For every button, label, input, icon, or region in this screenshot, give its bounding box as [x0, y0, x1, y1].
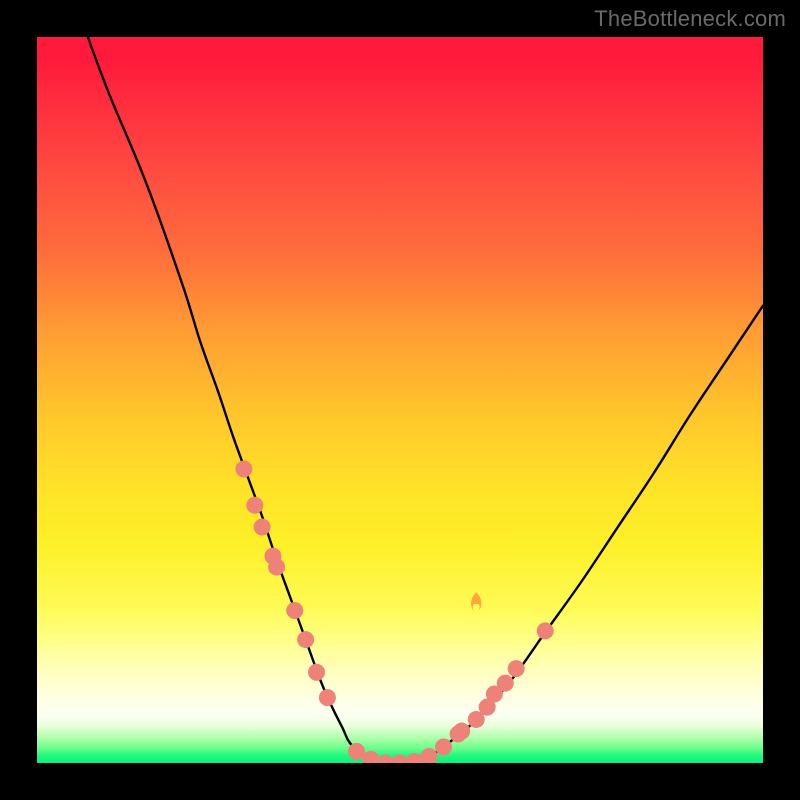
data-point	[537, 622, 554, 639]
flame-marker-icon	[471, 592, 481, 611]
bottleneck-curve	[88, 37, 763, 763]
data-point	[508, 660, 525, 677]
plot-area	[37, 37, 763, 763]
chart-frame: TheBottleneck.com	[0, 0, 800, 800]
data-point	[297, 631, 314, 648]
data-point	[254, 519, 271, 536]
data-point	[286, 602, 303, 619]
watermark-text: TheBottleneck.com	[594, 6, 786, 32]
data-point	[377, 755, 394, 764]
data-point	[246, 497, 263, 514]
data-point	[362, 751, 379, 763]
data-point	[268, 558, 285, 575]
data-point	[319, 689, 336, 706]
curve-layer	[88, 37, 763, 763]
data-point	[348, 743, 365, 760]
data-markers	[235, 460, 553, 763]
data-point	[406, 753, 423, 763]
data-point	[497, 675, 514, 692]
data-point	[435, 739, 452, 756]
data-point	[421, 748, 438, 763]
chart-svg	[37, 37, 763, 763]
data-point	[308, 664, 325, 681]
data-point	[453, 723, 470, 740]
flame-icon	[471, 592, 481, 611]
data-point	[392, 755, 409, 764]
data-point	[235, 460, 252, 477]
